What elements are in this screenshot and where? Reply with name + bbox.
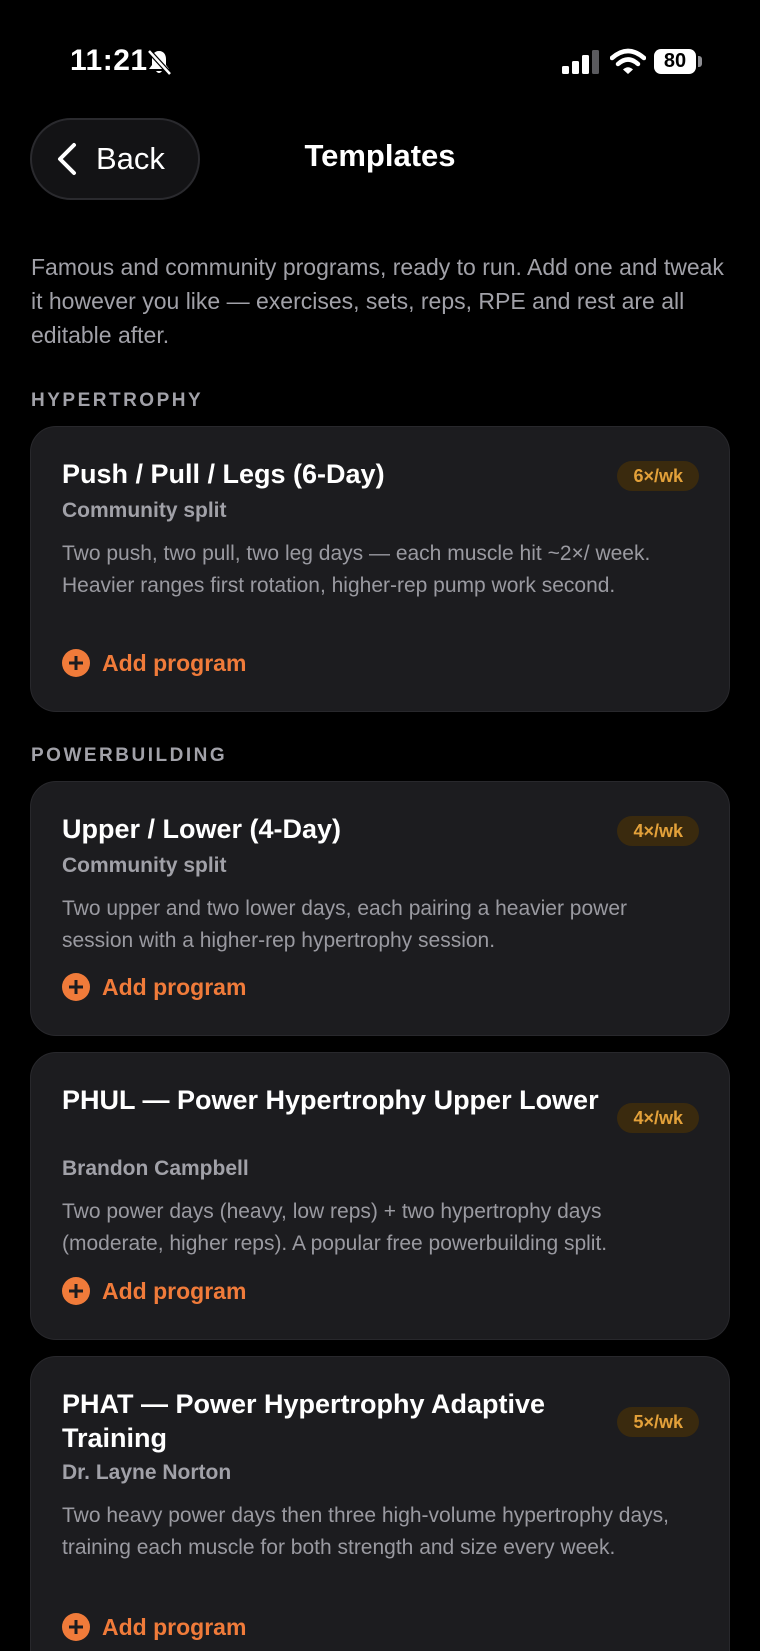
program-card-phat[interactable]: PHAT — Power Hypertrophy Adaptive Traini… bbox=[30, 1356, 730, 1651]
program-card-upper-lower[interactable]: Upper / Lower (4-Day) 4×/wk Community sp… bbox=[30, 781, 730, 1036]
chevron-left-icon bbox=[58, 143, 76, 175]
cellular-signal-icon bbox=[562, 50, 599, 74]
status-bar: 11:21 80 bbox=[0, 0, 760, 120]
card-title: Push / Pull / Legs (6-Day) bbox=[62, 459, 385, 489]
frequency-badge: 4×/wk bbox=[617, 816, 699, 846]
add-program-label: Add program bbox=[102, 1277, 247, 1304]
add-program-button[interactable]: Add program bbox=[62, 1613, 246, 1641]
section-label-powerbuilding: POWERBUILDING bbox=[31, 745, 228, 766]
program-card-phul[interactable]: PHUL — Power Hypertrophy Upper Lower 4×/… bbox=[30, 1052, 730, 1340]
add-program-button[interactable]: Add program bbox=[62, 973, 246, 1001]
card-author: Dr. Layne Norton bbox=[62, 1461, 232, 1484]
battery-icon: 80 bbox=[654, 49, 696, 74]
add-program-label: Add program bbox=[102, 1613, 247, 1640]
card-description: Two upper and two lower days, each pairi… bbox=[62, 897, 627, 952]
card-author: Brandon Campbell bbox=[62, 1157, 249, 1180]
page-title: Templates bbox=[304, 138, 456, 173]
card-description: Two power days (heavy, low reps) + two h… bbox=[62, 1200, 608, 1255]
bell-slash-icon bbox=[147, 49, 172, 76]
plus-circle-icon bbox=[62, 973, 90, 1001]
card-author: Community split bbox=[62, 854, 227, 877]
section-label-hypertrophy: HYPERTROPHY bbox=[31, 390, 204, 411]
frequency-badge: 5×/wk bbox=[617, 1407, 699, 1437]
frequency-badge: 6×/wk bbox=[617, 461, 699, 491]
add-program-button[interactable]: Add program bbox=[62, 649, 246, 677]
templates-screen: 11:21 80 Back Templates Famous and commu… bbox=[0, 0, 760, 1651]
card-description: Two push, two pull, two leg days — each … bbox=[62, 542, 651, 597]
plus-circle-icon bbox=[62, 649, 90, 677]
card-title: PHUL — Power Hypertrophy Upper Lower bbox=[62, 1085, 599, 1115]
plus-circle-icon bbox=[62, 1613, 90, 1641]
back-button[interactable]: Back bbox=[30, 118, 200, 200]
card-title: PHAT — Power Hypertrophy Adaptive Traini… bbox=[62, 1389, 546, 1453]
intro-text: Famous and community programs, ready to … bbox=[31, 254, 724, 348]
back-label: Back bbox=[96, 141, 165, 176]
add-program-label: Add program bbox=[102, 973, 247, 1000]
add-program-button[interactable]: Add program bbox=[62, 1277, 246, 1305]
card-description: Two heavy power days then three high-vol… bbox=[62, 1504, 670, 1559]
add-program-label: Add program bbox=[102, 649, 247, 676]
program-card-ppl[interactable]: Push / Pull / Legs (6-Day) 6×/wk Communi… bbox=[30, 426, 730, 712]
card-author: Community split bbox=[62, 499, 227, 522]
status-time: 11:21 bbox=[70, 44, 148, 77]
plus-circle-icon bbox=[62, 1277, 90, 1305]
card-title: Upper / Lower (4-Day) bbox=[62, 814, 342, 844]
frequency-badge: 4×/wk bbox=[617, 1103, 699, 1133]
wifi-icon bbox=[610, 48, 646, 74]
battery-level: 80 bbox=[663, 50, 687, 72]
battery-tip bbox=[698, 56, 702, 67]
